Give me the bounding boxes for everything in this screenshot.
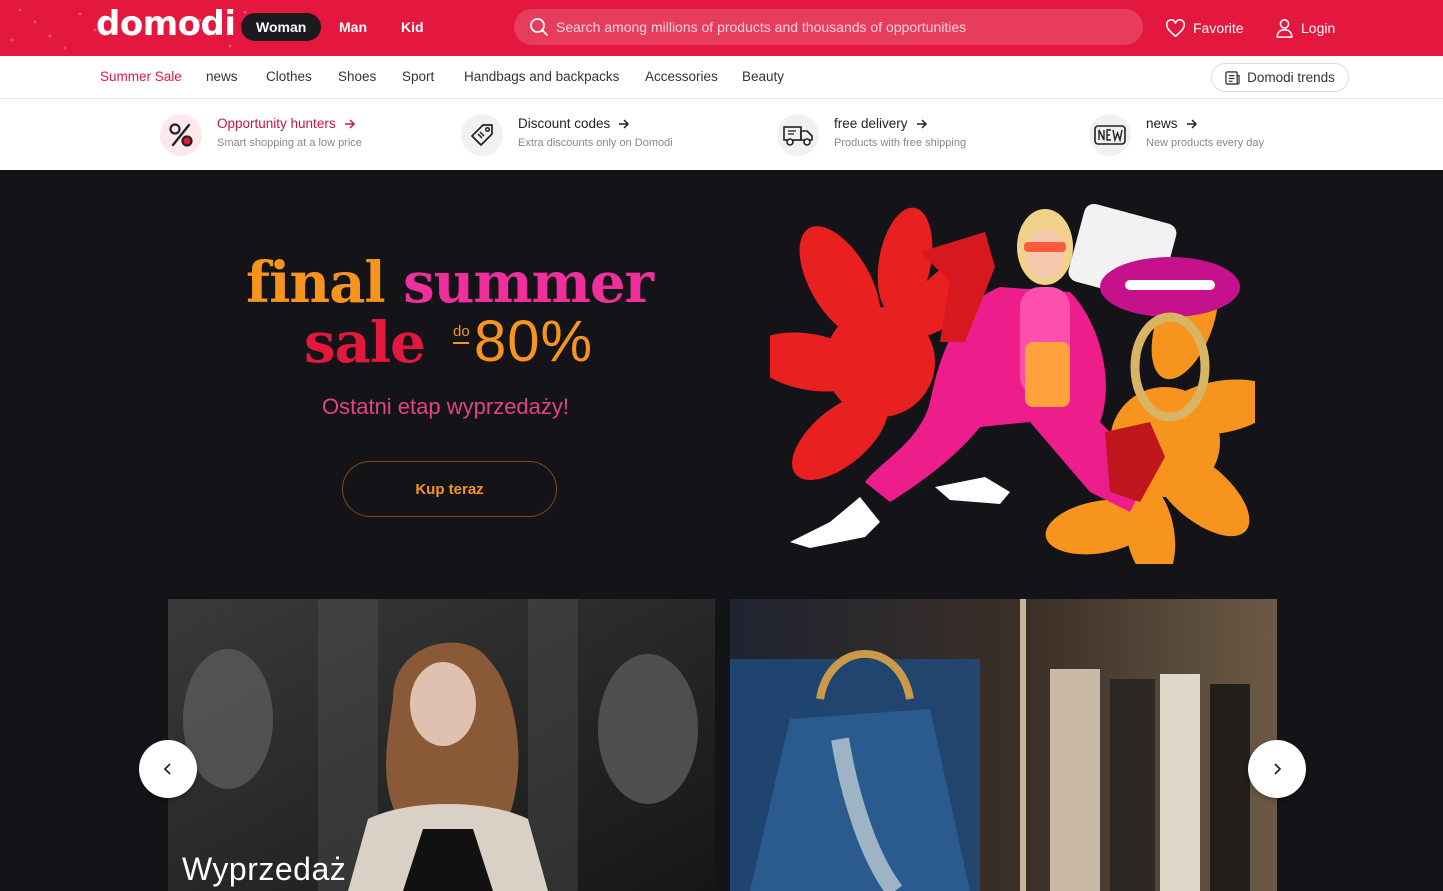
sandal-left-shape	[790, 497, 880, 548]
top-header: domodi Woman Man Kid Favorite Login	[0, 0, 1443, 56]
truck-icon	[783, 126, 813, 146]
percent-icon	[169, 123, 193, 147]
orange-top-shape	[1025, 342, 1070, 407]
hero-word-summer: summer	[403, 250, 654, 316]
carousel-prev-button[interactable]	[139, 740, 197, 798]
discount-value: 80%	[474, 309, 594, 374]
hero-title-line1: final summer	[246, 250, 654, 316]
login-button[interactable]: Login	[1275, 16, 1335, 40]
feature-subtitle: Products with free shipping	[834, 137, 967, 149]
sunglasses-shape	[1024, 242, 1066, 252]
nav-sport[interactable]: Sport	[402, 69, 434, 84]
discount-minus	[453, 342, 469, 344]
user-icon	[1276, 19, 1293, 38]
nav-accessories[interactable]: Accessories	[645, 69, 718, 84]
arrow-right-icon	[344, 118, 355, 129]
favorite-button[interactable]: Favorite	[1165, 16, 1244, 40]
sandal-right-shape	[935, 477, 1010, 504]
tile-sale[interactable]: Wyprzedaż	[168, 599, 715, 891]
feature-title: Discount codes	[518, 116, 611, 131]
chevron-right-icon	[1274, 763, 1282, 775]
search-box	[514, 9, 1143, 45]
gender-tab-kid[interactable]: Kid	[386, 13, 439, 41]
feature-title: Opportunity hunters	[217, 116, 336, 131]
feature-subtitle: Smart shopping at a low price	[217, 137, 362, 149]
newspaper-icon	[1225, 70, 1240, 85]
shop-now-button[interactable]: Kup teraz	[342, 461, 557, 517]
category-nav: Summer Sale news Clothes Shoes Sport Han…	[0, 56, 1443, 99]
feature-opportunity-hunters[interactable]: Opportunity hunters Smart shopping at a …	[160, 112, 400, 158]
arrow-right-icon	[1186, 118, 1197, 129]
gender-tab-woman[interactable]: Woman	[241, 13, 322, 41]
tag-icon	[471, 124, 493, 146]
feature-discount-codes[interactable]: Discount codes Extra discounts only on D…	[461, 112, 701, 158]
discount-prefix: do	[453, 323, 470, 340]
tile-sale-image	[168, 599, 715, 891]
arrow-right-icon	[916, 118, 927, 129]
nav-news[interactable]: news	[206, 69, 238, 84]
favorite-label: Favorite	[1193, 20, 1244, 36]
carousel-next-button[interactable]	[1248, 740, 1306, 798]
search-input[interactable]	[556, 9, 1126, 45]
login-label: Login	[1301, 20, 1336, 36]
tile-handbags-image	[730, 599, 1277, 891]
page: domodi Woman Man Kid Favorite Login	[0, 0, 1443, 891]
hero-word-final: final	[246, 250, 386, 316]
new-badge-icon	[1094, 125, 1126, 145]
hero-word-sale: sale	[304, 310, 426, 376]
tile-sale-label: Wyprzedaż	[182, 851, 347, 887]
feature-subtitle: New products every day	[1146, 137, 1264, 149]
domodi-trends-button[interactable]: Domodi trends	[1211, 63, 1349, 92]
domodi-logo[interactable]: domodi	[96, 4, 236, 44]
search-icon	[530, 18, 548, 36]
feature-free-delivery[interactable]: free delivery Products with free shippin…	[777, 112, 1017, 158]
arrow-right-icon	[619, 118, 630, 129]
feature-title: free delivery	[834, 116, 908, 131]
trends-label: Domodi trends	[1247, 70, 1335, 85]
nav-clothes[interactable]: Clothes	[266, 69, 312, 84]
heart-icon	[1166, 18, 1185, 37]
feature-subtitle: Extra discounts only on Domodi	[518, 137, 673, 149]
gender-tab-man[interactable]: Man	[324, 13, 382, 41]
nav-beauty[interactable]: Beauty	[742, 69, 784, 84]
nav-shoes[interactable]: Shoes	[338, 69, 376, 84]
nav-handbags[interactable]: Handbags and backpacks	[464, 69, 619, 84]
chevron-left-icon	[163, 763, 171, 775]
face-shape	[1026, 229, 1064, 279]
feature-title: news	[1146, 116, 1178, 131]
features-strip: Opportunity hunters Smart shopping at a …	[0, 99, 1443, 170]
hero-fashion-collage	[770, 203, 1255, 564]
tile-handbags[interactable]	[730, 599, 1277, 891]
nav-summer-sale[interactable]: Summer Sale	[100, 69, 182, 84]
feature-news[interactable]: news New products every day	[1089, 112, 1329, 158]
hero-subtitle: Ostatni etap wyprzedaży!	[322, 394, 570, 419]
